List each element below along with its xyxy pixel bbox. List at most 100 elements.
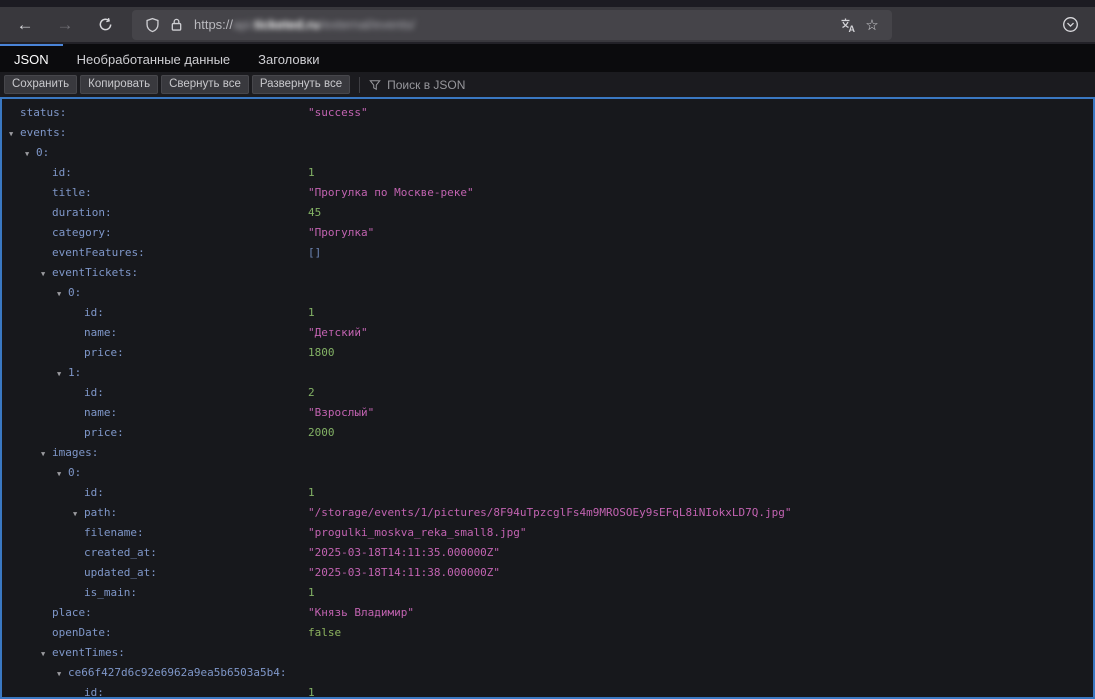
json-row: openDate: false (2, 623, 1093, 643)
json-row: ▼eventTickets: (2, 263, 1093, 283)
url-bar[interactable]: https://api.ticketed.ru/external/events/… (132, 10, 892, 40)
json-row: ▼ce66f427d6c92e6962a9ea5b6503a5b4: (2, 663, 1093, 683)
json-key[interactable]: eventFeatures: (2, 243, 145, 263)
json-key[interactable]: id: (2, 303, 104, 323)
json-key[interactable]: id: (2, 383, 104, 403)
json-row: created_at: "2025-03-18T14:11:35.000000Z" (2, 543, 1093, 563)
json-key[interactable]: ce66f427d6c92e6962a9ea5b6503a5b4: (2, 663, 287, 683)
json-value: 1 (308, 163, 315, 183)
lock-icon[interactable] (164, 14, 188, 36)
expander-arrow-icon[interactable]: ▼ (25, 144, 29, 164)
json-value: "success" (308, 103, 368, 123)
json-key[interactable]: price: (2, 343, 124, 363)
json-key[interactable]: name: (2, 403, 117, 423)
json-row: id: 1 (2, 303, 1093, 323)
pocket-icon[interactable] (1057, 12, 1083, 38)
json-row: id: 2 (2, 383, 1093, 403)
json-key[interactable]: openDate: (2, 623, 112, 643)
json-row: ▼path: "/storage/events/1/pictures/8F94uT… (2, 503, 1093, 523)
json-key[interactable]: price: (2, 423, 124, 443)
json-toolbar: Сохранить Копировать Свернуть все Развер… (0, 72, 1095, 97)
json-tree-panel[interactable]: status:"success"▼events:▼0:id:1title:"Пр… (0, 97, 1095, 699)
json-row: ▼0: (2, 283, 1093, 303)
json-key[interactable]: id: (2, 683, 104, 699)
json-key[interactable]: eventTimes: (2, 643, 125, 663)
bookmark-star-icon[interactable]: ☆ (860, 14, 884, 36)
json-value: "/storage/events/1/pictures/8F94uTpzcglF… (308, 503, 791, 523)
json-value: 1 (308, 303, 315, 323)
json-key[interactable]: updated_at: (2, 563, 157, 583)
translate-icon[interactable]: A (836, 14, 860, 36)
json-value: "Князь Владимир" (308, 603, 414, 623)
collapse-all-button[interactable]: Свернуть все (161, 75, 249, 94)
json-key[interactable]: title: (2, 183, 92, 203)
json-value: "progulki_moskva_reka_small8.jpg" (308, 523, 527, 543)
json-value: 2 (308, 383, 315, 403)
url-blurred-part: api.ticketed.ru/external/events/ (233, 17, 415, 32)
json-key[interactable]: duration: (2, 203, 112, 223)
tab-json[interactable]: JSON (0, 44, 63, 72)
expander-arrow-icon[interactable]: ▼ (57, 464, 61, 484)
tab-headers[interactable]: Заголовки (244, 44, 333, 72)
json-row: status: "success" (2, 103, 1093, 123)
json-row: ▼1: (2, 363, 1093, 383)
expand-all-button[interactable]: Развернуть все (252, 75, 350, 94)
json-key[interactable]: created_at: (2, 543, 157, 563)
copy-button[interactable]: Копировать (80, 75, 158, 94)
json-key[interactable]: place: (2, 603, 92, 623)
expander-arrow-icon[interactable]: ▼ (41, 444, 45, 464)
toolbar-separator (359, 77, 360, 93)
json-value: false (308, 623, 341, 643)
expander-arrow-icon[interactable]: ▼ (57, 364, 61, 384)
expander-arrow-icon[interactable]: ▼ (57, 284, 61, 304)
json-value: 45 (308, 203, 321, 223)
json-key[interactable]: category: (2, 223, 112, 243)
svg-text:A: A (849, 24, 856, 33)
json-row: ▼0: (2, 143, 1093, 163)
json-row: ▼events: (2, 123, 1093, 143)
json-row: title:"Прогулка по Москве-реке" (2, 183, 1093, 203)
json-key[interactable]: 0: (2, 283, 81, 303)
json-value: 1800 (308, 343, 335, 363)
json-row: ▼images: (2, 443, 1093, 463)
json-key[interactable]: eventTickets: (2, 263, 138, 283)
json-row: name:"Детский" (2, 323, 1093, 343)
expander-arrow-icon[interactable]: ▼ (9, 124, 13, 144)
json-key[interactable]: name: (2, 323, 117, 343)
json-key[interactable]: filename: (2, 523, 144, 543)
back-icon[interactable]: ← (12, 12, 38, 38)
json-key[interactable]: path: (2, 503, 117, 523)
json-row: eventFeatures: [] (2, 243, 1093, 263)
tab-raw-data[interactable]: Необработанные данные (63, 44, 244, 72)
browser-toolbar: ← → https://api.ticketed.ru/external/eve… (0, 0, 1095, 44)
json-value: 1 (308, 583, 315, 603)
save-button[interactable]: Сохранить (4, 75, 77, 94)
expander-arrow-icon[interactable]: ▼ (73, 504, 77, 524)
json-row: ▼0: (2, 463, 1093, 483)
json-value: "2025-03-18T14:11:35.000000Z" (308, 543, 500, 563)
shield-icon[interactable] (140, 14, 164, 36)
json-key[interactable]: status: (2, 103, 66, 123)
json-value: "2025-03-18T14:11:38.000000Z" (308, 563, 500, 583)
json-value: 2000 (308, 423, 335, 443)
expander-arrow-icon[interactable]: ▼ (57, 664, 61, 684)
expander-arrow-icon[interactable]: ▼ (41, 264, 45, 284)
json-value: [] (308, 243, 321, 263)
json-key[interactable]: 1: (2, 363, 81, 383)
json-row: price: 2000 (2, 423, 1093, 443)
json-row: filename: "progulki_moskva_reka_small8.jp… (2, 523, 1093, 543)
json-search-field[interactable]: Поиск в JSON (369, 78, 1091, 92)
json-value: "Взрослый" (308, 403, 374, 423)
json-key[interactable]: id: (2, 483, 104, 503)
url-text: https://api.ticketed.ru/external/events/ (194, 17, 415, 32)
json-key[interactable]: id: (2, 163, 72, 183)
expander-arrow-icon[interactable]: ▼ (41, 644, 45, 664)
json-row: duration: 45 (2, 203, 1093, 223)
json-value: 1 (308, 683, 315, 699)
json-key[interactable]: images: (2, 443, 98, 463)
json-key[interactable]: is_main: (2, 583, 137, 603)
json-row: name: "Взрослый" (2, 403, 1093, 423)
reload-icon[interactable] (92, 12, 118, 38)
json-key[interactable]: 0: (2, 463, 81, 483)
json-row: id:1 (2, 483, 1093, 503)
